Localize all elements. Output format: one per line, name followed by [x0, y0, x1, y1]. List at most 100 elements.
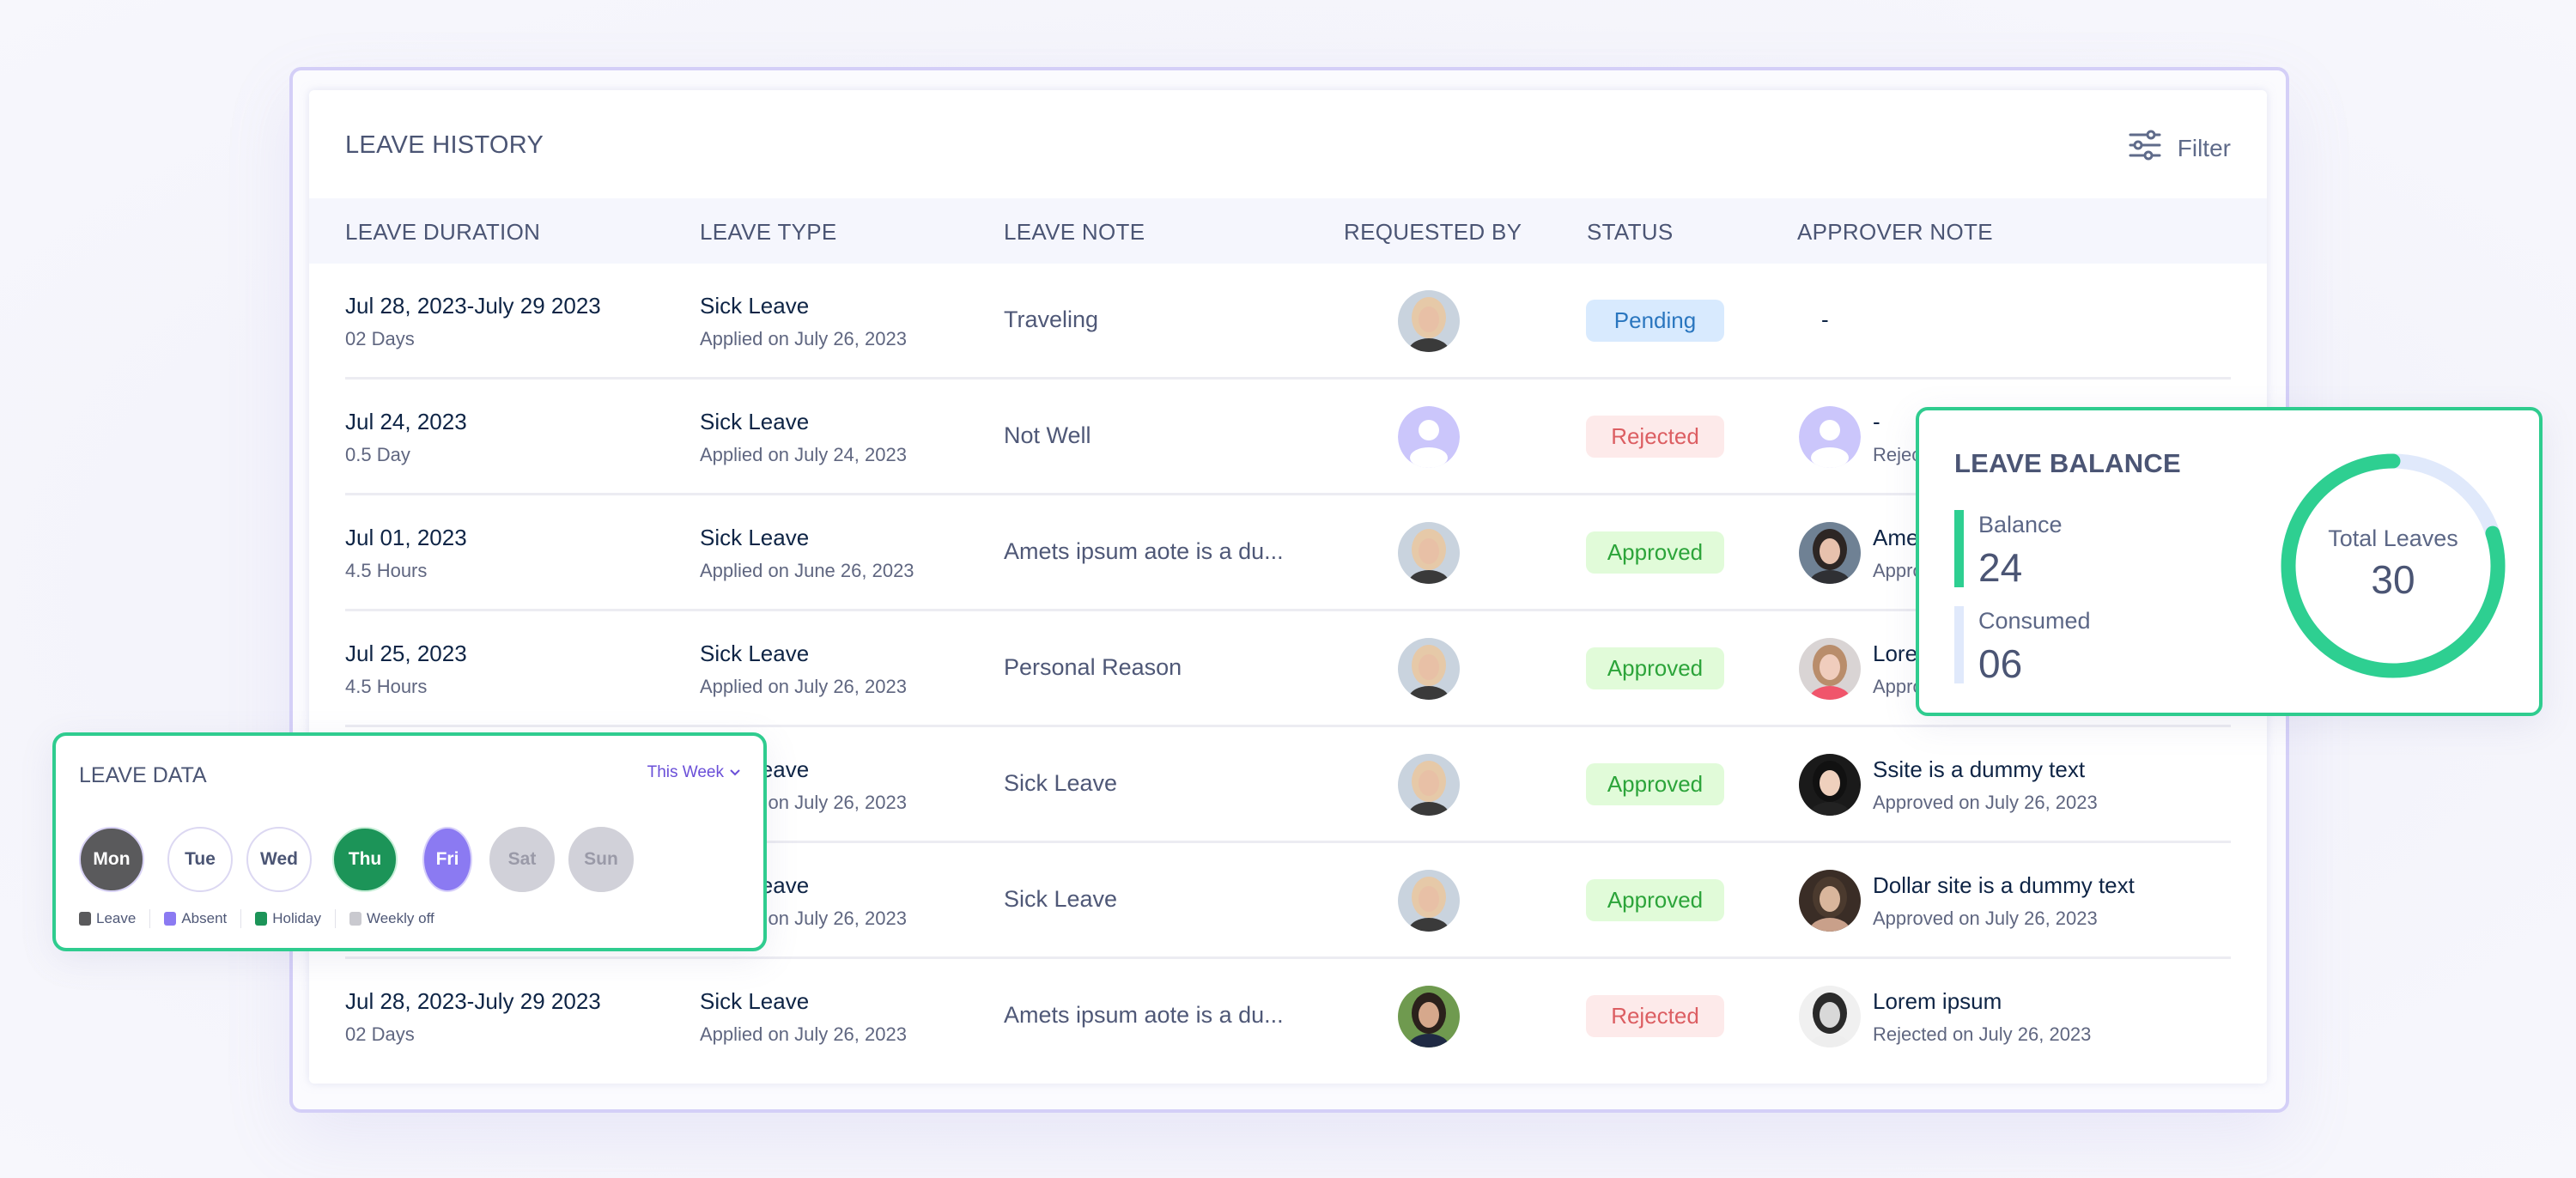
- requester-avatar[interactable]: [1398, 290, 1460, 352]
- consumed-bar: [1954, 606, 1964, 683]
- legend-swatch: [255, 912, 268, 926]
- column-header-duration[interactable]: LEAVE DURATION: [345, 219, 540, 246]
- type-cell: Sick Leave Applied on July 24, 2023: [700, 409, 907, 466]
- balance-label: Balance: [1978, 512, 2063, 537]
- leave-type: Sick Leave: [700, 525, 810, 550]
- duration-length: 02 Days: [345, 1023, 415, 1045]
- leave-type: Sick Leave: [700, 988, 810, 1014]
- approver-status-date: Rejected on July 26, 2023: [1873, 1023, 2092, 1045]
- day-sat[interactable]: Sat: [489, 827, 555, 892]
- table-header: LEAVE DURATION LEAVE TYPE LEAVE NOTE REQ…: [309, 198, 2267, 264]
- duration-cell: Jul 25, 2023 4.5 Hours: [345, 641, 467, 698]
- approver-avatar[interactable]: [1799, 870, 1861, 932]
- duration-dates: Jul 28, 2023-July 29 2023: [345, 293, 601, 319]
- applied-date: Applied on July 26, 2023: [700, 328, 907, 349]
- column-header-type[interactable]: LEAVE TYPE: [700, 219, 837, 246]
- requester-avatar[interactable]: [1398, 522, 1460, 584]
- legend-label: Holiday: [272, 910, 321, 926]
- range-dropdown[interactable]: This Week: [647, 763, 741, 782]
- legend-divider: [240, 909, 242, 928]
- duration-cell: Jul 28, 2023-July 29 2023 02 Days: [345, 988, 601, 1046]
- filter-button[interactable]: Filter: [2128, 128, 2231, 168]
- day-fri[interactable]: Fri: [422, 827, 472, 892]
- leave-note: Not Well: [1004, 422, 1091, 448]
- duration-dates: Jul 28, 2023-July 29 2023: [345, 988, 601, 1014]
- approver-note-cell: Dollar site is a dummy text Approved on J…: [1873, 872, 2135, 930]
- type-cell: Sick Leave Applied on July 26, 2023: [700, 988, 907, 1046]
- approver-note-cell: Lorem ipsum Rejected on July 26, 2023: [1873, 988, 2091, 1046]
- balance-stat: Balance 24: [1954, 510, 2212, 590]
- day-tue[interactable]: Tue: [167, 827, 233, 892]
- applied-date: Applied on June 26, 2023: [700, 560, 914, 581]
- status-badge: Pending: [1586, 300, 1724, 342]
- legend-item: Weekly off: [349, 910, 434, 927]
- legend-label: Absent: [181, 910, 228, 926]
- balance-bar: [1954, 510, 1964, 587]
- approver-note: Dollar site is a dummy text: [1873, 872, 2135, 898]
- approver-status-date: Approved on July 26, 2023: [1873, 792, 2098, 813]
- status-badge: Approved: [1586, 763, 1724, 805]
- duration-length: 4.5 Hours: [345, 560, 428, 581]
- leave-balance-card: LEAVE BALANCE Balance 24 Consumed 06 Tot…: [1916, 407, 2543, 716]
- approver-note-cell: -: [1821, 307, 1829, 333]
- leave-note: Amets ipsum aote is a du...: [1004, 538, 1284, 564]
- day-thu[interactable]: Thu: [332, 827, 398, 892]
- duration-length: 0.5 Day: [345, 444, 410, 465]
- consumed-label: Consumed: [1978, 608, 2091, 634]
- legend-item: Absent: [164, 910, 227, 927]
- approver-note-cell: Ssite is a dummy text Approved on July 26…: [1873, 756, 2098, 814]
- range-value: This Week: [647, 763, 724, 781]
- applied-date: Applied on July 24, 2023: [700, 444, 907, 465]
- column-header-requested-by[interactable]: REQUESTED BY: [1344, 219, 1522, 246]
- legend-label: Leave: [96, 910, 137, 926]
- legend-divider: [334, 909, 336, 928]
- leave-type: Sick Leave: [700, 409, 810, 434]
- approver-note: -: [1821, 307, 1829, 332]
- leave-note: Traveling: [1004, 307, 1099, 332]
- requester-avatar[interactable]: [1398, 638, 1460, 700]
- total-leaves-value: 30: [2371, 557, 2415, 602]
- table-row[interactable]: Jul 28, 2023-July 29 2023 02 Days Sick Lea…: [345, 264, 2231, 380]
- status-badge: Rejected: [1586, 995, 1724, 1037]
- leave-data-legend: Leave Absent Holiday Weekly off: [79, 909, 434, 928]
- day-wed[interactable]: Wed: [246, 827, 312, 892]
- day-sun[interactable]: Sun: [568, 827, 634, 892]
- column-header-approver-note[interactable]: APPROVER NOTE: [1797, 219, 1993, 246]
- type-cell: Sick Leave Applied on June 26, 2023: [700, 525, 914, 582]
- legend-item: Leave: [79, 910, 136, 927]
- total-leaves-donut: Total Leaves 30: [2277, 450, 2509, 682]
- consumed-stat: Consumed 06: [1954, 606, 2212, 686]
- legend-item: Holiday: [255, 910, 321, 927]
- leave-note: Sick Leave: [1004, 886, 1118, 912]
- duration-cell: Jul 01, 2023 4.5 Hours: [345, 525, 467, 582]
- approver-avatar[interactable]: [1799, 406, 1861, 468]
- status-badge: Approved: [1586, 531, 1724, 574]
- approver-avatar[interactable]: [1799, 986, 1861, 1047]
- requester-avatar[interactable]: [1398, 870, 1460, 932]
- leave-note: Personal Reason: [1004, 654, 1182, 680]
- chevron-down-icon: [729, 763, 741, 782]
- duration-length: 4.5 Hours: [345, 676, 428, 697]
- approver-note: Lorem ipsum: [1873, 988, 2002, 1014]
- status-badge: Approved: [1586, 879, 1724, 921]
- legend-swatch: [164, 912, 177, 926]
- column-header-note[interactable]: LEAVE NOTE: [1004, 219, 1145, 246]
- approver-avatar[interactable]: [1799, 754, 1861, 816]
- type-cell: Sick Leave Applied on July 26, 2023: [700, 641, 907, 698]
- status-badge: Approved: [1586, 647, 1724, 689]
- column-header-status[interactable]: STATUS: [1587, 219, 1674, 246]
- approver-avatar[interactable]: [1799, 522, 1861, 584]
- leave-history-title: LEAVE HISTORY: [345, 131, 544, 159]
- requester-avatar[interactable]: [1398, 986, 1460, 1047]
- requester-avatar[interactable]: [1398, 406, 1460, 468]
- requester-avatar[interactable]: [1398, 754, 1460, 816]
- status-badge: Rejected: [1586, 416, 1724, 458]
- leave-data-card: LEAVE DATA This Week Mon Tue Wed Thu Fri Sat S…: [52, 732, 767, 951]
- balance-value: 24: [1978, 545, 2023, 590]
- legend-label: Weekly off: [366, 910, 434, 926]
- legend-swatch: [79, 912, 91, 926]
- approver-avatar[interactable]: [1799, 638, 1861, 700]
- duration-cell: Jul 24, 2023 0.5 Day: [345, 409, 467, 466]
- day-mon[interactable]: Mon: [79, 827, 144, 892]
- table-row[interactable]: Jul 28, 2023-July 29 2023 02 Days Sick Lea…: [345, 959, 2231, 1075]
